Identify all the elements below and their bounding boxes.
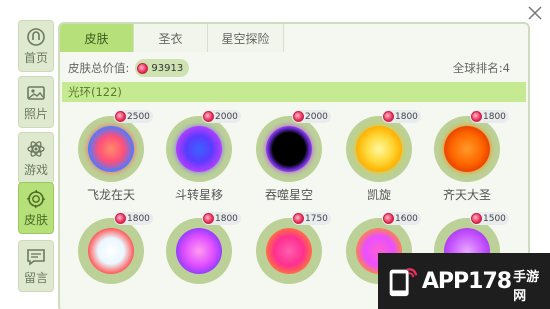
gem-icon <box>293 111 304 122</box>
price-value: 2000 <box>305 111 328 122</box>
message-icon <box>27 248 45 266</box>
total-value-label: 皮肤总价值: <box>68 61 130 75</box>
price-badge: 1500 <box>470 212 509 225</box>
category-label: 光环(122) <box>68 85 122 99</box>
sidebar-item-label: 皮肤 <box>23 212 48 227</box>
skin-card[interactable]: 2000 斗转星移 <box>156 110 244 210</box>
price-value: 2500 <box>127 111 150 122</box>
price-value: 1800 <box>215 213 238 224</box>
sidebar-item-label: 首页 <box>23 50 48 65</box>
skin-disc <box>434 116 500 182</box>
close-icon[interactable] <box>526 4 544 22</box>
skin-card[interactable]: 1750 <box>246 212 334 309</box>
skin-disc <box>78 218 144 284</box>
halo-orb-icon <box>88 228 134 274</box>
price-badge: 1600 <box>382 212 421 225</box>
home-icon <box>27 27 45 46</box>
halo-orb-icon <box>176 126 222 172</box>
sidebar-item-label: 照片 <box>23 106 48 121</box>
skin-disc <box>346 116 412 182</box>
price-badge: 1800 <box>382 110 421 123</box>
skin-disc <box>166 116 232 182</box>
gem-icon <box>115 111 126 122</box>
total-value: 93913 <box>151 62 184 74</box>
price-value: 1800 <box>127 213 150 224</box>
skin-card[interactable]: 1800 齐天大圣 <box>424 110 512 210</box>
sidebar-item-label: 留言 <box>23 270 48 285</box>
halo-orb-icon <box>444 126 490 172</box>
gem-icon <box>137 62 149 74</box>
gem-icon <box>293 213 304 224</box>
global-rank: 全球排名:4 <box>452 61 510 75</box>
skin-card[interactable]: 1800 <box>156 212 244 309</box>
skin-icon <box>26 189 46 208</box>
halo-orb-icon <box>266 228 312 274</box>
price-badge: 2000 <box>292 110 331 123</box>
price-badge: 1800 <box>202 212 241 225</box>
gem-icon <box>383 213 394 224</box>
halo-orb-icon <box>266 126 312 172</box>
tab-armor[interactable]: 圣衣 <box>134 24 208 52</box>
skin-disc <box>256 116 322 182</box>
tab-star-adventure[interactable]: 星空探险 <box>208 24 284 52</box>
skin-card[interactable]: 2500 飞龙在天 <box>68 110 156 210</box>
skin-card[interactable]: 1800 凯旋 <box>336 110 424 210</box>
halo-orb-icon <box>356 126 402 172</box>
price-value: 1800 <box>395 111 418 122</box>
price-value: 1800 <box>483 111 506 122</box>
game-icon <box>27 140 45 157</box>
category-header[interactable]: 光环(122) <box>62 82 526 102</box>
photo-icon <box>27 85 45 100</box>
price-value: 1600 <box>395 213 418 224</box>
skin-disc <box>78 116 144 182</box>
watermark-sub: 手游网 <box>513 270 540 304</box>
gem-icon <box>471 111 482 122</box>
price-badge: 2000 <box>202 110 241 123</box>
price-badge: 2500 <box>114 110 153 123</box>
gem-icon <box>471 213 482 224</box>
sidebar-item-skin[interactable]: 皮肤 <box>18 182 54 234</box>
price-badge: 1750 <box>292 212 331 225</box>
skin-name: 齐天大圣 <box>442 188 491 202</box>
skin-card[interactable]: 1800 <box>68 212 156 309</box>
gem-icon <box>203 111 214 122</box>
price-value: 2000 <box>215 111 238 122</box>
price-value: 1500 <box>483 213 506 224</box>
gem-icon <box>203 213 214 224</box>
sidebar-item-label: 游戏 <box>23 162 48 177</box>
halo-orb-icon <box>176 228 222 274</box>
skin-card[interactable]: 2000 吞噬星空 <box>246 110 334 210</box>
sidebar-item-game[interactable]: 游戏 <box>18 132 54 184</box>
skin-name: 飞龙在天 <box>86 188 135 202</box>
skin-name: 吞噬星空 <box>264 188 313 202</box>
watermark-text: APP178 <box>421 268 512 294</box>
tab-skin[interactable]: 皮肤 <box>60 24 134 52</box>
skin-disc <box>166 218 232 284</box>
price-value: 1750 <box>305 213 328 224</box>
halo-orb-icon <box>88 126 134 172</box>
total-value-badge: 93913 <box>135 59 190 77</box>
watermark: APP178 手游网 <box>378 253 550 309</box>
gem-icon <box>115 213 126 224</box>
skin-disc <box>256 218 322 284</box>
price-badge: 1800 <box>470 110 509 123</box>
gem-icon <box>383 111 394 122</box>
skin-name: 斗转星移 <box>174 188 223 202</box>
sidebar-item-message[interactable]: 留言 <box>18 240 54 292</box>
skin-name: 凯旋 <box>366 188 391 202</box>
price-badge: 1800 <box>114 212 153 225</box>
summary-row: 皮肤总价值: 93913 全球排名:4 <box>68 58 520 78</box>
app178-logo-icon <box>389 268 418 297</box>
sidebar-item-home[interactable]: 首页 <box>18 20 54 72</box>
sidebar-item-photo[interactable]: 照片 <box>18 76 54 128</box>
tab-bar: 皮肤 圣衣 星空探险 <box>60 24 284 52</box>
